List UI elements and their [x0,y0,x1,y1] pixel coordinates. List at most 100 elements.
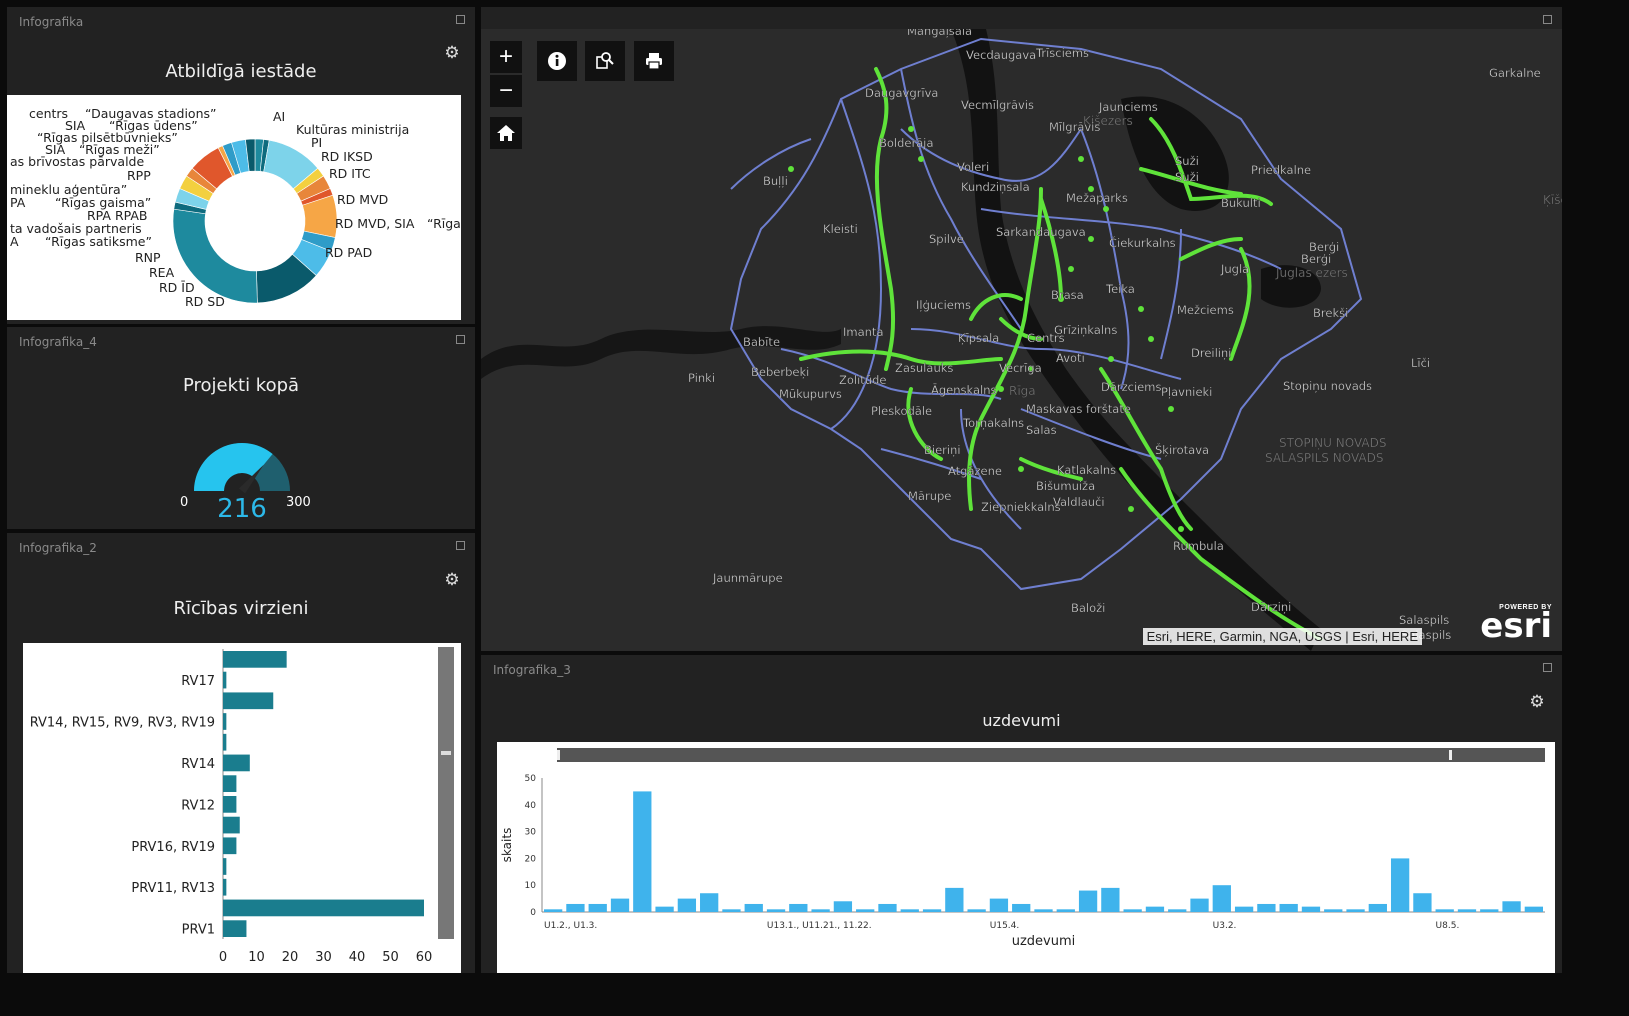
search-button[interactable] [585,41,625,81]
vbar [856,909,875,912]
maximize-icon[interactable] [456,15,465,24]
map-place-label: Brekši [1313,306,1348,320]
infografika-4-panel: Infografika_4 Projekti kopā 0 300 216 [7,327,475,529]
vbar [1257,903,1276,912]
maximize-icon[interactable] [1543,15,1552,24]
vbar [1480,909,1499,912]
project-point [1108,356,1114,362]
map-place-label: Daugavgrīva [865,86,938,100]
donut-label: as brīvostas pārvalde [10,154,144,169]
home-button[interactable] [490,117,522,149]
vbar [833,901,853,912]
map-place-label: Trīsciems [1035,46,1089,60]
gauge-svg: 0 300 216 [180,443,311,524]
map-panel: Mangaļsala Vecdaugava Trīsciems Garkalne Dau… [481,7,1562,651]
y-tick-label: PRV11, RV13 [131,881,215,896]
map-place-label: Bišumuiža [1036,479,1095,493]
zoom-out-button[interactable]: − [490,75,522,107]
vbar [1435,909,1454,912]
vbar [1324,909,1343,912]
map-place-label: Baloži [1071,601,1105,615]
map-place-label: Pleskodāle [871,404,932,418]
vbar [766,909,786,912]
vbar [811,909,830,912]
map-place-label: Pļavnieki [1161,385,1212,399]
vbar [744,903,763,912]
x-tick-label: 50 [382,950,399,965]
map-place-label: Zasulauks [895,361,953,375]
map-place-label: Avoti [1056,351,1085,365]
map-place-label: Mīlgrāvis [1049,120,1100,134]
hbar [223,754,250,772]
donut-label: RD ITC [329,166,371,181]
project-route [1039,197,1063,301]
x-tick-label: 20 [282,950,299,965]
y-tick-label: RV14, RV15, RV9, RV3, RV19 [30,716,215,731]
vbar [1301,906,1321,912]
donut-label: PI [311,135,322,150]
hbar [223,775,237,792]
map-place-label: Rumbula [1173,539,1224,553]
project-point [1018,466,1024,472]
map-place-label: Vecdaugava [966,48,1036,62]
map-place-label: Jaunciems [1098,100,1158,114]
range-slider-handle [557,750,560,760]
map-canvas[interactable]: Mangaļsala Vecdaugava Trīsciems Garkalne Dau… [481,29,1562,651]
y-tick-label: PRV1 [182,923,215,938]
map-place-label: Bieriņi [924,443,961,457]
panel-title: uzdevumi [982,711,1061,730]
hbar-svg: PRV1 PRV11, RV13 PRV16, RV19 RV12 RV14 RV14, … [30,647,454,965]
maximize-icon[interactable] [456,541,465,550]
vbar [1190,898,1209,912]
project-point [1178,526,1184,532]
y-tick-label: 30 [525,828,537,838]
map-place-label: Ķīšezers [1543,193,1562,207]
minus-icon: − [498,77,513,104]
donut-label: PA [10,195,26,210]
vbar [1346,909,1365,912]
map-place-label: STOPIŅU NOVADS [1279,436,1386,450]
gear-icon[interactable]: ⚙ [443,571,461,589]
map-place-label: Stopiņu novads [1283,379,1372,393]
hbar [223,796,237,813]
gear-icon[interactable]: ⚙ [443,44,461,62]
search-icon [596,52,614,69]
project-point [1128,506,1134,512]
hbar-chart: PRV1 PRV11, RV13 PRV16, RV19 RV12 RV14 RV14, … [23,643,461,973]
map-place-label: Līči [1411,356,1430,370]
info-button[interactable] [537,41,577,81]
map-attribution[interactable]: Esri, HERE, Garmin, NGA, USGS | Esri, HE… [1142,628,1422,645]
map-place-label: Čiekurkalns [1109,235,1176,250]
maximize-icon[interactable] [1543,663,1552,672]
x-tick-label: 30 [315,950,332,965]
vbar [922,909,942,912]
zoom-in-button[interactable]: + [490,41,522,73]
gear-icon[interactable]: ⚙ [1528,693,1546,711]
map-place-label: Voleri [957,160,989,174]
map-place-label: Salas [1026,423,1057,437]
home-icon [497,125,515,141]
map-place-label: Kleisti [823,222,858,236]
donut-label: RD PAD [325,245,372,260]
vbar [677,898,697,912]
infografika-3-panel: Infografika_3 ⚙ uzdevumi 0 10 20 30 40 50 U1.2… [481,655,1562,973]
vbar [1502,901,1521,912]
map-place-label: Dreiliņi [1191,346,1231,360]
panel-caption: Infografika [19,15,84,29]
map-place-label: Salaspils [1399,613,1449,627]
esri-logo[interactable]: POWERED BY esri [1480,604,1552,643]
hbar [223,671,227,689]
map-place-label: Āgenskalns [931,383,997,397]
print-button[interactable] [634,41,674,81]
range-slider-track [557,748,1545,762]
vbar [610,898,630,912]
map-place-label: Imanta [843,325,884,339]
vbar [945,887,964,912]
map-place-label: Ķīpsala [958,331,999,345]
print-icon [646,53,662,70]
hbar [223,878,227,896]
vbar [1012,903,1031,912]
project-point [908,126,914,132]
x-tick-label: 0 [219,950,227,965]
donut-label: RD IKSD [321,149,373,164]
